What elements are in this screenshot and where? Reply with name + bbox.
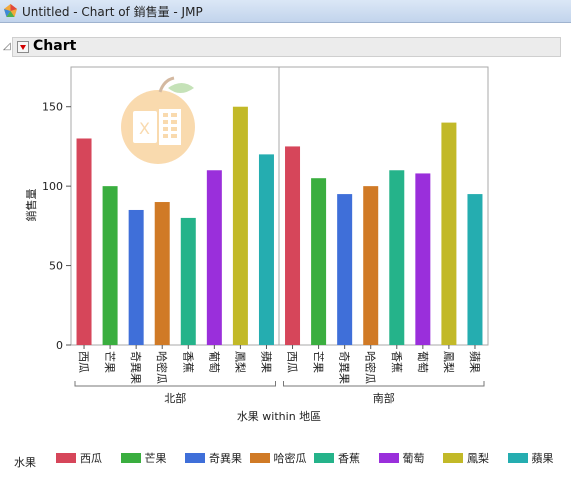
bar: [102, 186, 118, 345]
x-tick-label: 哈密瓜: [155, 351, 169, 384]
x-tick-label: 西瓜: [77, 351, 90, 373]
legend-label: 哈密瓜: [273, 452, 307, 465]
x-tick-label: 哈密瓜: [364, 351, 378, 384]
bar: [180, 217, 196, 345]
legend-title: 水果: [14, 456, 36, 469]
y-tick-label: 100: [42, 180, 63, 193]
x-tick-label: 香蕉: [181, 351, 194, 373]
y-axis-label: 銷售量: [24, 189, 38, 222]
x-tick-label: 芒果: [103, 351, 116, 373]
bar: [337, 194, 353, 345]
y-axis: 0 50 100 150: [42, 101, 71, 352]
x-axis-label: 水果 within 地區: [237, 410, 321, 423]
y-tick-label: 50: [49, 260, 63, 273]
x-tick-label: 芒果: [312, 351, 325, 373]
legend-swatch: [120, 453, 141, 463]
x-tick-label: 奇異果: [129, 351, 142, 384]
legend-swatch: [507, 453, 528, 463]
x-tick-label: 葡萄: [416, 351, 429, 373]
legend-label: 鳳梨: [467, 452, 489, 465]
bar: [441, 122, 457, 345]
bar: [128, 209, 144, 345]
bar: [232, 106, 248, 345]
x-tick-label: 蘋果: [259, 351, 272, 373]
legend-label: 蘋果: [531, 452, 554, 465]
bar: [76, 138, 92, 345]
x-tick-label: 蘋果: [468, 351, 481, 373]
bar: [206, 170, 222, 345]
legend-label: 奇異果: [209, 452, 242, 465]
x-tick-label: 鳳梨: [442, 351, 456, 373]
legend-swatch: [249, 453, 270, 463]
bar: [415, 173, 431, 345]
bar: [363, 186, 379, 345]
svg-text:X: X: [139, 119, 150, 138]
bar: [285, 146, 301, 345]
x-axis: 西瓜 芒果 奇異果 哈密瓜 香蕉 葡萄 鳳梨 蘋果北部西瓜 芒果 奇異果 哈密瓜 香蕉 葡萄 鳳梨 蘋果南部: [74, 345, 485, 405]
bar-chart: X 050100150 西瓜 芒果 奇異果 哈密瓜 香蕉 葡萄 鳳梨 蘋果北部西瓜 芒果 奇異果哈…: [24, 66, 489, 423]
bar: [467, 194, 483, 345]
legend-swatch: [443, 453, 463, 463]
group-bracket: [283, 381, 485, 387]
legend-swatch: [56, 453, 76, 463]
legend: 水果 西瓜 芒果 奇異果 哈密瓜 香蕉 葡萄 鳳梨 蘋果: [0, 448, 571, 469]
group-label: 南部: [373, 391, 395, 405]
x-tick-label: 西瓜: [286, 351, 299, 373]
x-tick-label: 鳳梨: [233, 351, 247, 373]
legend-swatch: [185, 453, 205, 463]
y-tick-label: 150: [42, 101, 63, 114]
group-label: 北部: [164, 391, 186, 405]
group-bracket: [74, 381, 276, 387]
bar: [311, 178, 327, 345]
legend-label: 葡萄: [402, 452, 425, 465]
legend-label: 香蕉: [338, 452, 360, 465]
legend-swatch: [314, 453, 334, 463]
x-tick-label: 奇異果: [338, 351, 351, 384]
x-tick-label: 香蕉: [390, 351, 403, 373]
legend-label: 芒果: [144, 452, 167, 465]
legend-label: 西瓜: [80, 452, 102, 465]
legend-swatch: [378, 453, 399, 463]
bar: [258, 154, 274, 345]
bar: [389, 170, 405, 345]
bar: [154, 202, 170, 345]
y-tick-label: 0: [56, 339, 63, 352]
x-tick-label: 葡萄: [207, 351, 220, 373]
